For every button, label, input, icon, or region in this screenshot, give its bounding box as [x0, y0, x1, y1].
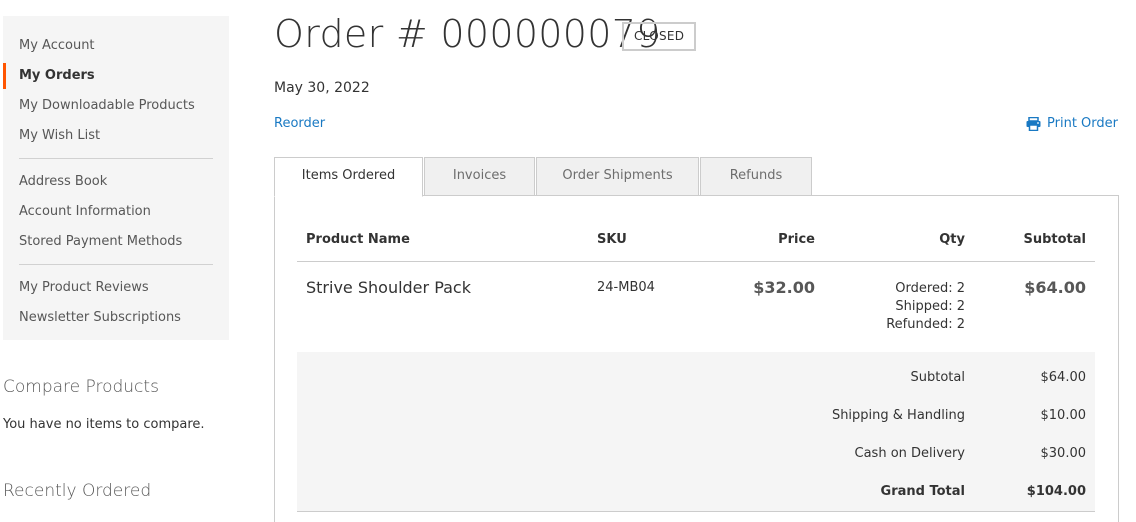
order-date: May 30, 2022 — [274, 80, 370, 96]
tab-refunds[interactable]: Refunds — [700, 157, 812, 196]
product-sku: 24-MB04 — [597, 280, 655, 295]
nav-my-orders[interactable]: My Orders — [3, 61, 229, 91]
totals-amount: $10.00 — [1040, 408, 1087, 423]
totals-row-cash-on-delivery: Cash on Delivery $30.00 — [297, 446, 1095, 466]
compare-products-title: Compare Products — [3, 377, 159, 397]
column-header-price: Price — [778, 232, 815, 247]
totals-label: Subtotal — [910, 370, 965, 385]
nav-my-account[interactable]: My Account — [3, 31, 229, 61]
nav-my-downloadable-products[interactable]: My Downloadable Products — [3, 91, 229, 121]
totals-amount: $30.00 — [1040, 446, 1087, 461]
nav-newsletter-subscriptions[interactable]: Newsletter Subscriptions — [3, 303, 229, 333]
nav-account-information[interactable]: Account Information — [3, 197, 229, 227]
totals-row-grand-total: Grand Total $104.00 — [297, 484, 1095, 504]
column-header-subtotal: Subtotal — [1023, 232, 1086, 247]
tab-items-ordered[interactable]: Items Ordered — [274, 157, 423, 197]
qty-ordered: Ordered: 2 — [895, 281, 965, 296]
nav-my-wish-list[interactable]: My Wish List — [3, 121, 229, 151]
page-title: Order # 000000079 — [274, 12, 661, 56]
tab-order-shipments[interactable]: Order Shipments — [536, 157, 699, 196]
product-price: $32.00 — [753, 278, 815, 297]
qty-shipped: Shipped: 2 — [895, 299, 965, 314]
table-header-divider — [297, 261, 1095, 262]
column-header-product-name: Product Name — [306, 232, 410, 247]
print-order-link[interactable]: Print Order — [1026, 116, 1118, 131]
print-order-label: Print Order — [1047, 116, 1118, 131]
recently-ordered-title: Recently Ordered — [3, 481, 152, 501]
totals-row-shipping: Shipping & Handling $10.00 — [297, 408, 1095, 428]
product-subtotal: $64.00 — [1024, 278, 1086, 297]
order-totals: Subtotal $64.00 Shipping & Handling $10.… — [297, 352, 1095, 512]
totals-label: Cash on Delivery — [854, 446, 965, 461]
tab-invoices[interactable]: Invoices — [424, 157, 535, 196]
order-status-badge: Closed — [622, 22, 697, 51]
nav-divider — [19, 158, 213, 159]
column-header-sku: SKU — [597, 232, 627, 247]
totals-label: Grand Total — [880, 484, 965, 499]
totals-label: Shipping & Handling — [831, 408, 965, 423]
column-header-qty: Qty — [939, 232, 965, 247]
order-tabs: Items Ordered Invoices Order Shipments R… — [274, 157, 813, 197]
totals-row-subtotal: Subtotal $64.00 — [297, 370, 1095, 390]
product-name: Strive Shoulder Pack — [306, 278, 471, 297]
reorder-link[interactable]: Reorder — [274, 116, 325, 131]
account-nav: My Account My Orders My Downloadable Pro… — [3, 16, 229, 340]
nav-stored-payment-methods[interactable]: Stored Payment Methods — [3, 227, 229, 257]
totals-amount: $64.00 — [1040, 370, 1087, 385]
compare-empty-message: You have no items to compare. — [3, 417, 205, 432]
printer-icon — [1026, 116, 1041, 131]
nav-address-book[interactable]: Address Book — [3, 167, 229, 197]
nav-divider — [19, 264, 213, 265]
qty-refunded: Refunded: 2 — [886, 317, 965, 332]
totals-amount: $104.00 — [1026, 484, 1086, 499]
product-qty: Ordered: 2 Shipped: 2 Refunded: 2 — [886, 280, 965, 334]
nav-my-product-reviews[interactable]: My Product Reviews — [3, 273, 229, 303]
